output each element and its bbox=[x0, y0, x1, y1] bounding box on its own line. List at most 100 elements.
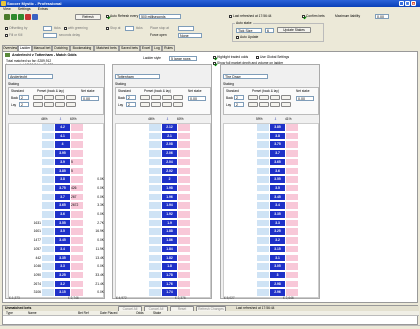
preset-stake-button[interactable] bbox=[140, 102, 150, 107]
highlight-checkbox[interactable] bbox=[213, 55, 216, 59]
runner-select[interactable]: Tottenham bbox=[115, 74, 160, 79]
global-settings-checkbox[interactable] bbox=[256, 55, 259, 59]
preset-stake-button[interactable] bbox=[248, 95, 258, 100]
back-cell[interactable] bbox=[42, 254, 54, 261]
col-name[interactable]: Name bbox=[28, 311, 37, 316]
lay-cell[interactable] bbox=[178, 211, 190, 218]
menu-view[interactable]: View bbox=[3, 7, 11, 11]
back-cell[interactable] bbox=[257, 141, 269, 148]
ladder-style-select[interactable]: 5 large rows bbox=[169, 56, 197, 61]
back-cell[interactable] bbox=[149, 289, 161, 296]
lay-cell[interactable] bbox=[178, 263, 190, 270]
lay-stake-input[interactable]: 2 bbox=[126, 102, 136, 107]
back-cell[interactable] bbox=[257, 124, 269, 131]
lay-cell[interactable] bbox=[71, 228, 83, 235]
preset-stake-button[interactable] bbox=[151, 102, 161, 107]
last-refreshed-checkbox[interactable] bbox=[229, 14, 232, 18]
lay-cell[interactable] bbox=[286, 176, 298, 183]
tick-value-input[interactable]: 6 bbox=[265, 28, 274, 33]
settings-icon[interactable] bbox=[32, 14, 38, 20]
preset-stake-button[interactable] bbox=[33, 102, 43, 107]
preset-stake-button[interactable] bbox=[162, 95, 172, 100]
back-cell[interactable] bbox=[257, 158, 269, 166]
maximize-button[interactable]: □ bbox=[405, 1, 410, 6]
preset-stake-button[interactable] bbox=[259, 102, 269, 107]
lay-cell[interactable] bbox=[178, 141, 190, 148]
preset-stake-button[interactable] bbox=[248, 102, 258, 107]
back-cell[interactable] bbox=[149, 237, 161, 244]
preset-stake-button[interactable] bbox=[66, 95, 76, 100]
preset-stake-button[interactable] bbox=[270, 95, 280, 100]
auto-refresh-select[interactable]: 500 milliseconds bbox=[139, 14, 182, 19]
net-stake-input[interactable]: 0.00 bbox=[296, 96, 314, 101]
lay-cell[interactable] bbox=[178, 167, 190, 174]
back-cell[interactable] bbox=[149, 280, 161, 288]
lay-cell[interactable] bbox=[71, 132, 83, 140]
lay-cell[interactable] bbox=[178, 158, 190, 166]
back-cell[interactable] bbox=[149, 219, 161, 227]
preset-stake-button[interactable] bbox=[44, 102, 54, 107]
back-cell[interactable] bbox=[149, 176, 161, 183]
lay-cell[interactable] bbox=[178, 176, 190, 183]
back-cell[interactable] bbox=[257, 254, 269, 261]
lay-cell[interactable] bbox=[178, 150, 190, 157]
stop-ticks-input[interactable] bbox=[125, 26, 134, 31]
lay-cell[interactable] bbox=[71, 271, 83, 279]
lay-cell[interactable] bbox=[286, 202, 298, 209]
back-cell[interactable] bbox=[42, 184, 54, 192]
preset-stake-button[interactable] bbox=[140, 95, 150, 100]
back-cell[interactable] bbox=[149, 228, 161, 235]
arrow-down-icon[interactable]: ⇩ bbox=[166, 117, 169, 122]
menu-settings[interactable]: Settings bbox=[18, 7, 31, 11]
close-button[interactable]: × bbox=[411, 1, 416, 6]
lay-cell[interactable] bbox=[178, 228, 190, 235]
lay-stake-input[interactable]: 2 bbox=[19, 102, 29, 107]
lay-cell[interactable] bbox=[286, 124, 298, 131]
back-cell[interactable] bbox=[149, 245, 161, 253]
arrow-down-icon[interactable]: ⇩ bbox=[59, 117, 62, 122]
lay-cell[interactable] bbox=[71, 237, 83, 244]
lay-cell[interactable]: 426 bbox=[71, 184, 83, 192]
back-cell[interactable] bbox=[149, 184, 161, 192]
back-cell[interactable] bbox=[257, 202, 269, 209]
preset-stake-button[interactable] bbox=[281, 95, 291, 100]
net-stake-input[interactable]: 0.00 bbox=[81, 96, 99, 101]
runner-select[interactable]: The Draw bbox=[223, 74, 268, 79]
back-cell[interactable] bbox=[257, 245, 269, 253]
force-open-select[interactable]: None bbox=[178, 33, 202, 38]
place-stop-input[interactable] bbox=[178, 26, 194, 31]
lay-cell[interactable] bbox=[71, 254, 83, 261]
back-cell[interactable] bbox=[42, 193, 54, 201]
back-cell[interactable] bbox=[257, 193, 269, 201]
back-cell[interactable] bbox=[42, 167, 54, 174]
back-cell[interactable] bbox=[149, 254, 161, 261]
lay-cell[interactable] bbox=[178, 289, 190, 296]
back-cell[interactable] bbox=[149, 132, 161, 140]
lay-stake-input[interactable]: 2 bbox=[234, 102, 244, 107]
back-cell[interactable] bbox=[42, 280, 54, 288]
greening-checkbox[interactable] bbox=[64, 26, 67, 30]
preset-stake-button[interactable] bbox=[44, 95, 54, 100]
back-cell[interactable] bbox=[42, 289, 54, 296]
back-cell[interactable] bbox=[42, 263, 54, 270]
lay-cell[interactable] bbox=[178, 184, 190, 192]
back-stake-input[interactable]: 2 bbox=[234, 95, 244, 100]
lay-cell[interactable] bbox=[286, 150, 298, 157]
back-cell[interactable] bbox=[42, 271, 54, 279]
lay-cell[interactable] bbox=[178, 271, 190, 279]
minimize-button[interactable]: _ bbox=[399, 1, 404, 6]
lay-cell[interactable] bbox=[178, 193, 190, 201]
confirm-bets-checkbox[interactable] bbox=[302, 14, 305, 18]
tick-size-select[interactable]: Tick Size bbox=[236, 28, 262, 33]
green-down-icon[interactable] bbox=[18, 14, 24, 20]
back-cell[interactable] bbox=[257, 228, 269, 235]
back-cell[interactable] bbox=[42, 158, 54, 166]
back-cell[interactable] bbox=[42, 141, 54, 148]
lay-cell[interactable]: 5 bbox=[71, 158, 83, 166]
lay-cell[interactable] bbox=[178, 219, 190, 227]
back-stake-input[interactable]: 2 bbox=[126, 95, 136, 100]
lay-cell[interactable] bbox=[71, 245, 83, 253]
back-cell[interactable] bbox=[257, 237, 269, 244]
lay-cell[interactable] bbox=[71, 280, 83, 288]
lay-cell[interactable] bbox=[286, 167, 298, 174]
